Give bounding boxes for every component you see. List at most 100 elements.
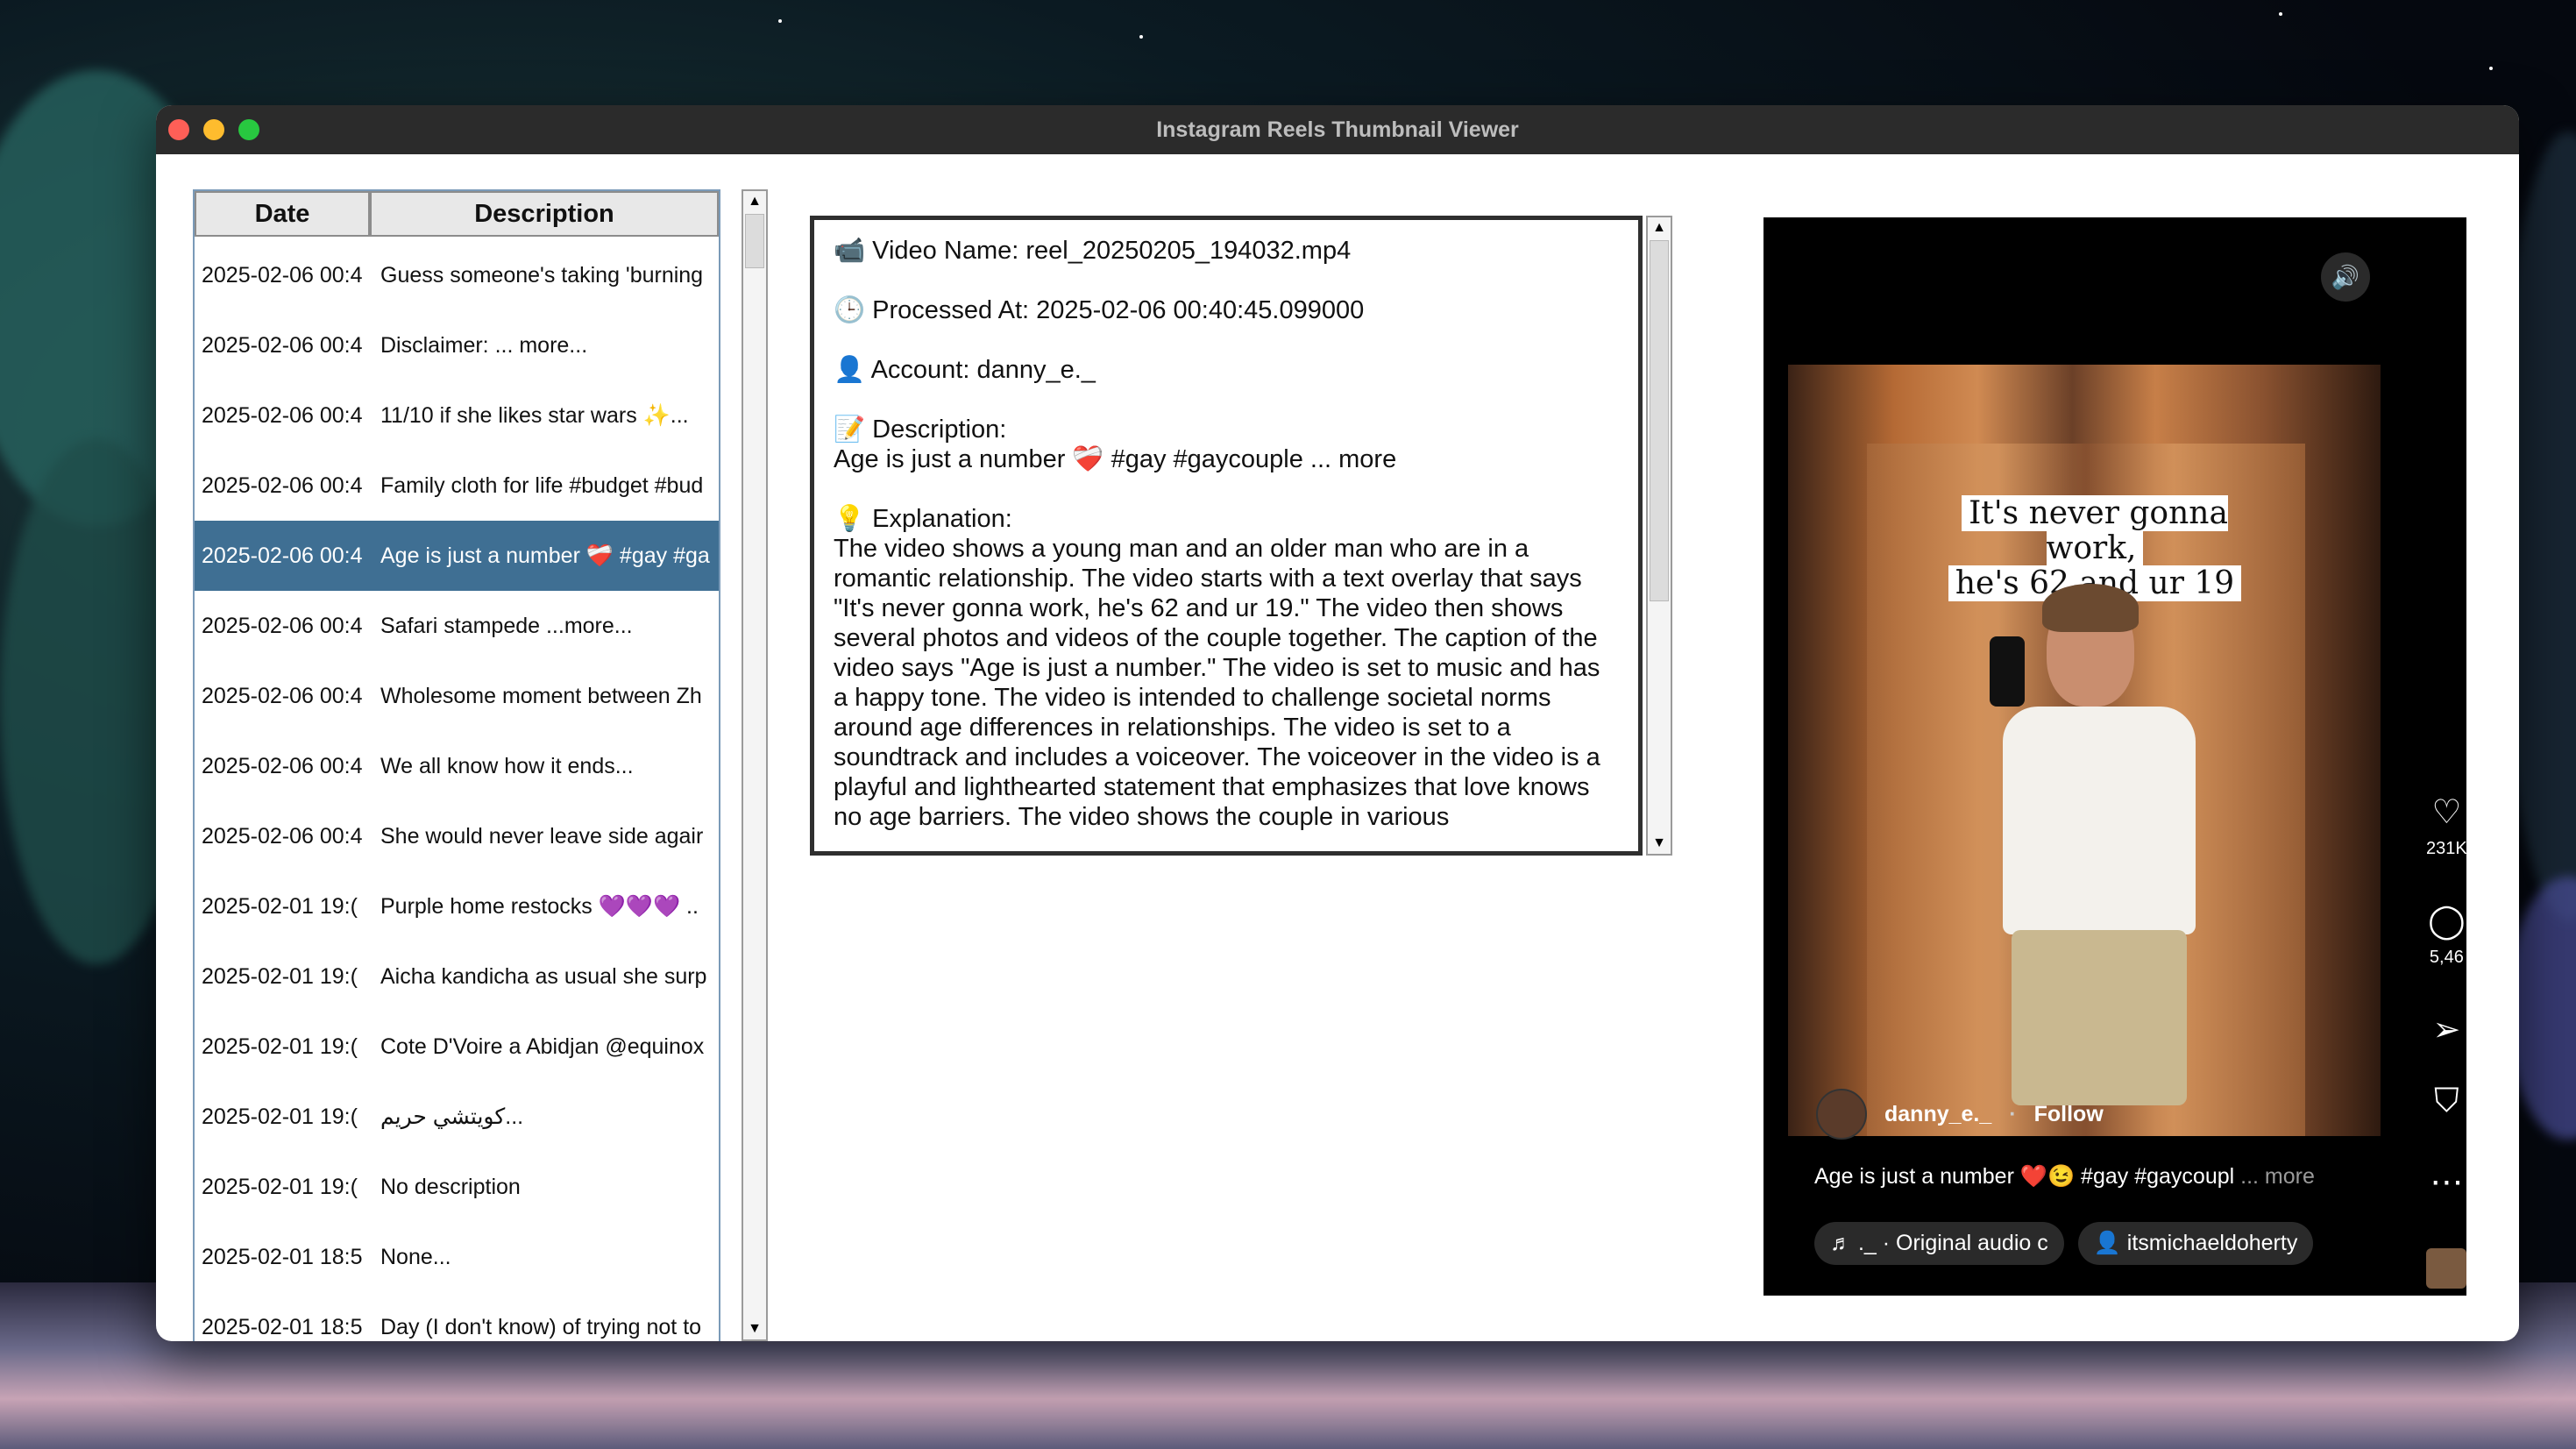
row-date: 2025-02-06 00:4 [202,262,363,288]
row-date: 2025-02-06 00:4 [202,753,363,778]
row-description: Aicha kandicha as usual she surp [380,963,707,989]
table-row[interactable]: 2025-02-06 00:4 Guess someone's taking 'b… [195,240,719,310]
description-label: 📝 Description: [834,416,1007,444]
reel-caption: Age is just a number ❤️😉 #gay #gaycoupl … [1814,1164,2315,1190]
table-row[interactable]: 2025-02-06 00:4 Family cloth for life #bu… [195,451,719,521]
volume-icon[interactable]: 🔊 [2321,252,2370,302]
row-date: 2025-02-06 00:4 [202,332,363,358]
title-bar: Instagram Reels Thumbnail Viewer [156,105,2519,154]
row-description: We all know how it ends... [380,753,634,778]
processed-at: 🕒 Processed At: 2025-02-06 00:40:45.0990… [834,296,1365,324]
table-row[interactable]: 2025-02-06 00:4 11/10 if she likes star w… [195,380,719,451]
row-date: 2025-02-06 00:4 [202,823,363,849]
video-frame: It's never gonna work, he's 62 and ur 19 [1788,365,2381,1136]
caption-more-link[interactable]: ... more [2240,1164,2315,1189]
share-icon[interactable]: ➢ [2432,1010,2460,1049]
likes-count: 231K [2426,839,2466,858]
row-date: 2025-02-06 00:4 [202,472,363,498]
table-row[interactable]: 2025-02-01 19:( كويتشي حريم... [195,1082,719,1152]
description-column-header[interactable]: Description [370,191,719,237]
row-description: Cote D'Voire a Abidjan @equinox [380,1033,705,1059]
scroll-up-icon[interactable]: ▲ [1648,217,1671,238]
overlay-line-1: It's never gonna work, [1962,495,2228,566]
explanation-label: 💡 Explanation: [834,505,1012,533]
row-date: 2025-02-06 00:4 [202,613,363,638]
row-date: 2025-02-01 18:5 [202,1314,363,1339]
window-title: Instagram Reels Thumbnail Viewer [1156,117,1519,142]
details-text-panel[interactable]: 📹 Video Name: reel_20250205_194032.mp4 🕒… [810,216,1643,856]
bookmark-icon[interactable]: ⛉ [2434,1083,2459,1120]
row-description: كويتشي حريم... [380,1105,524,1129]
row-date: 2025-02-01 19:( [202,893,358,919]
explanation-text: The video shows a young man and an older… [834,535,1600,831]
more-icon[interactable]: ⋯ [2430,1162,2463,1202]
caption-text: Age is just a number ❤️😉 #gay #gaycoupl [1814,1164,2235,1189]
audio-thumbnail[interactable] [2426,1248,2466,1289]
details-scrollbar-thumb[interactable] [1650,240,1669,601]
avatar[interactable] [1816,1089,1867,1140]
audio-chip[interactable]: ♬ ._ · Original audio c [1814,1222,2064,1265]
username[interactable]: danny_e._ [1884,1102,1991,1127]
date-column-header[interactable]: Date [195,191,370,237]
row-date: 2025-02-06 00:4 [202,402,363,428]
phone-icon [1990,636,2025,707]
minimize-window-button[interactable] [203,119,224,140]
table-row[interactable]: 2025-02-01 18:5 Day (I don't know) of try… [195,1292,719,1341]
row-description: She would never leave side agair [380,823,704,849]
table-scrollbar-thumb[interactable] [745,214,764,268]
table-row[interactable]: 2025-02-06 00:4 Age is just a number ❤️‍🩹… [195,521,719,591]
row-description: Day (I don't know) of trying not to [380,1314,702,1339]
table-body: 2025-02-06 00:4 Guess someone's taking 'b… [195,240,719,1341]
description-text: Age is just a number ❤️‍🩹 #gay #gaycoupl… [834,445,1397,473]
account: 👤 Account: danny_e._ [834,356,1096,384]
row-description: Safari stampede ...more... [380,613,633,638]
follow-button[interactable]: Follow [2034,1102,2104,1127]
table-row[interactable]: 2025-02-01 18:5 None... [195,1222,719,1292]
scroll-down-icon[interactable]: ▼ [743,1318,766,1339]
row-description: Disclaimer: ... more... [380,332,588,358]
row-date: 2025-02-06 00:4 [202,683,363,708]
row-description: Family cloth for life #budget #bud [380,472,704,498]
row-description: 11/10 if she likes star wars ✨... [380,402,689,428]
row-description: No description [380,1174,521,1199]
scroll-down-icon[interactable]: ▼ [1648,833,1671,854]
table-row[interactable]: 2025-02-06 00:4 Disclaimer: ... more... [195,310,719,380]
collaborator-chip[interactable]: 👤 itsmichaeldoherty [2077,1222,2314,1265]
row-description: Age is just a number ❤️‍🩹 #gay #ga [380,543,710,568]
table-row[interactable]: 2025-02-06 00:4 Wholesome moment between … [195,661,719,731]
details-scrollbar[interactable]: ▲ ▼ [1646,216,1672,856]
person-figure [1990,584,2204,1136]
reel-thumbnail: 🔊 It's never gonna work, he's 62 and ur … [1763,217,2466,1296]
comment-icon[interactable]: ◯ [2428,901,2466,941]
row-date: 2025-02-01 18:5 [202,1244,363,1269]
uploader-row: danny_e._ · Follow [1816,1089,2104,1140]
table-row[interactable]: 2025-02-01 19:( No description [195,1152,719,1222]
row-date: 2025-02-01 19:( [202,1174,358,1199]
close-window-button[interactable] [168,119,189,140]
row-description: Purple home restocks 💜💜💜 .. [380,893,699,919]
scroll-up-icon[interactable]: ▲ [743,191,766,212]
row-date: 2025-02-01 19:( [202,963,358,989]
row-date: 2025-02-06 00:4 [202,543,363,568]
row-date: 2025-02-01 19:( [202,1104,358,1129]
table-header: Date Description [195,191,719,240]
table-row[interactable]: 2025-02-01 19:( Aicha kandicha as usual s… [195,941,719,1012]
comments-count: 5,46 [2429,948,2464,967]
row-date: 2025-02-01 19:( [202,1033,358,1059]
video-name: 📹 Video Name: reel_20250205_194032.mp4 [834,237,1352,265]
table-row[interactable]: 2025-02-06 00:4 We all know how it ends..… [195,731,719,801]
reel-actions: ♡ 231K ◯ 5,46 ➢ ⛉ ⋯ [2426,792,2466,1202]
app-window: Instagram Reels Thumbnail Viewer Date De… [156,105,2519,1341]
row-description: None... [380,1244,451,1269]
heart-icon[interactable]: ♡ [2431,792,2461,832]
table-row[interactable]: 2025-02-01 19:( Cote D'Voire a Abidjan @e… [195,1012,719,1082]
table-row[interactable]: 2025-02-01 19:( Purple home restocks 💜💜💜 … [195,871,719,941]
row-description: Wholesome moment between Zh [380,683,702,708]
maximize-window-button[interactable] [238,119,259,140]
reels-table: Date Description 2025-02-06 00:4 Guess so… [193,189,720,1341]
table-row[interactable]: 2025-02-06 00:4 She would never leave sid… [195,801,719,871]
audio-chips: ♬ ._ · Original audio c 👤 itsmichaeldohe… [1814,1222,2314,1265]
table-row[interactable]: 2025-02-06 00:4 Safari stampede ...more..… [195,591,719,661]
row-description: Guess someone's taking 'burning [380,262,704,288]
table-scrollbar[interactable]: ▲ ▼ [742,189,768,1341]
